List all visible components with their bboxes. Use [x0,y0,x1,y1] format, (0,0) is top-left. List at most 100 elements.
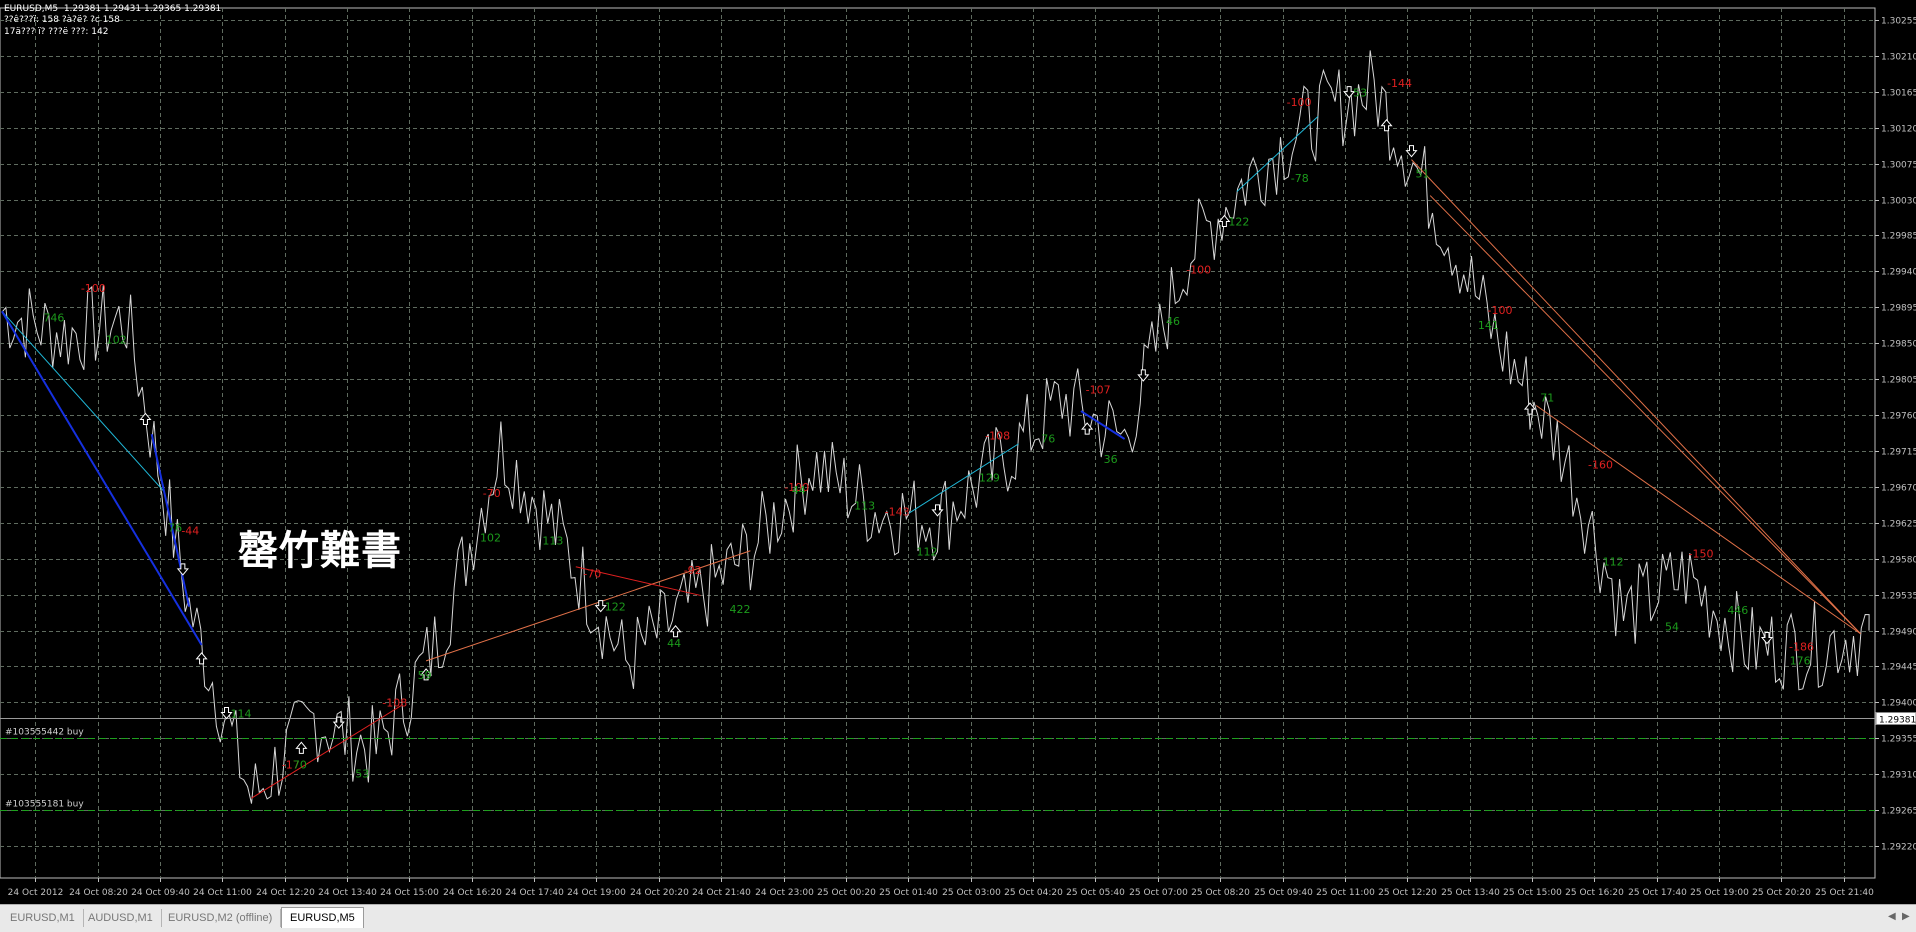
annotation-red-label: -70 [583,567,601,580]
annotation-red-label: -186 [1789,641,1814,654]
order-line-label: #103555181 buy [5,800,84,810]
annotation-green-label: 122 [1228,216,1249,229]
annotation-red-label: -92 [684,564,702,577]
trend-line-blue [150,434,191,607]
annotation-green-label: 59 [418,669,432,682]
x-tick-label: 25 Oct 17:40 [1628,888,1687,898]
y-tick-label: 1.29535 [1881,592,1916,602]
annotation-green-label: 54 [1665,621,1679,634]
y-tick-label: 1.29220 [1881,843,1916,853]
x-tick-label: 25 Oct 08:20 [1191,888,1250,898]
symbol-header: EURUSD,M5 1.29381 1.29431 1.29365 1.2938… [4,4,222,14]
annotation-green-label: 446 [1727,604,1748,617]
header-info-line-3: 17ä??? ï? ???ë ???: 142 [4,27,109,37]
tab-eurusd-m5[interactable]: EURUSD,M5 [281,907,364,928]
annotation-red-label: -160 [1588,458,1613,471]
x-tick-label: 25 Oct 15:00 [1503,888,1562,898]
x-tick-label: 25 Oct 04:20 [1004,888,1063,898]
x-tick-label: 24 Oct 17:40 [505,888,564,898]
y-tick-label: 1.29310 [1881,771,1916,781]
annotation-red-label: -143 [885,506,910,519]
annotation-green-label: 422 [729,603,750,616]
annotation-green-label: 141 [1478,319,1499,332]
y-tick-label: 1.29580 [1881,556,1916,566]
annotation-red-label: -44 [181,524,199,537]
annotation-red-label: -100 [1186,264,1211,277]
x-tick-label: 24 Oct 13:40 [318,888,377,898]
x-tick-label: 25 Oct 12:20 [1378,888,1437,898]
arrow-up-icon [1380,118,1393,132]
y-tick-label: 1.29940 [1881,268,1916,278]
x-tick-label: 24 Oct 23:00 [755,888,814,898]
x-tick-label: 24 Oct 16:20 [443,888,502,898]
y-tick-label: 1.29895 [1881,304,1916,314]
scroll-left-icon[interactable]: ◀ [1888,911,1896,922]
chart-area[interactable]: 1.30255 1.30210 1.30165 1.30120 1.30075 1.300… [0,0,1916,904]
annotation-green-label: 70 [293,758,307,771]
order-line-label: #103555442 buy [5,728,84,738]
trend-line-cyan [1,310,165,493]
annotation-green-label: 102 [106,334,127,347]
watermark-text: 罄竹難書 [238,528,402,574]
x-tick-label: 25 Oct 00:20 [817,888,876,898]
y-tick-label: 1.29445 [1881,663,1916,673]
annotation-green-label: 114 [231,708,252,721]
y-tick-label: 1.29625 [1881,520,1916,530]
annotation-green-label: 36 [1104,453,1118,466]
annotation-green-label: 102 [480,532,501,545]
annotation-red-label: -108 [985,430,1010,443]
x-tick-label: 25 Oct 19:00 [1690,888,1749,898]
annotation-green-label: 46 [1166,315,1180,328]
annotation-red-label: -100 [81,282,106,295]
x-tick-label: 24 Oct 11:00 [193,888,252,898]
price-chart[interactable]: 1.30255 1.30210 1.30165 1.30120 1.30075 1.300… [0,0,1916,904]
x-tick-label: 24 Oct 2012 [8,888,64,898]
annotation-green-label: 44 [667,637,681,650]
tab-eurusd-m1[interactable]: EURUSD,M1 [2,909,84,927]
y-tick-label: 1.30255 [1881,17,1916,27]
annotation-green-label: -78 [1291,172,1309,185]
annotation-green-label: 112 [1603,556,1624,569]
y-tick-label: 1.30075 [1881,161,1916,171]
plot-frame [0,7,1876,879]
x-tick-label: 24 Oct 19:00 [567,888,626,898]
x-tick-label: 25 Oct 16:20 [1565,888,1624,898]
annotation-green-label: 176 [1790,655,1811,668]
price-line [1,50,1870,804]
annotation-red-label: -70 [483,487,501,500]
x-tick-label: 24 Oct 08:20 [69,888,128,898]
chart-tab-bar: EURUSD,M1 AUDUSD,M1 EURUSD,M2 (offline) … [0,904,1916,932]
annotation-green-label: 76 [1041,433,1055,446]
annotation-red-label: -150 [1689,548,1714,561]
y-tick-label: 1.29490 [1881,628,1916,638]
arrow-down-icon [1137,369,1150,382]
x-tick-label: 24 Oct 12:20 [256,888,315,898]
tab-audusd-m1[interactable]: AUDUSD,M1 [80,909,162,927]
header-info-line-2: ??ê???ï: 158 ?à?ë? ?c 158 [4,15,120,25]
trend-line-cyan [906,443,1019,516]
y-tick-label: 1.29400 [1881,699,1916,709]
x-tick-label: 24 Oct 21:40 [692,888,751,898]
y-tick-label: 1.30210 [1881,53,1916,63]
annotation-red-label: -144 [1387,77,1412,90]
tab-eurusd-m2-offline[interactable]: EURUSD,M2 (offline) [160,909,282,927]
y-tick-label: 1.30030 [1881,197,1916,207]
x-tick-label: 25 Oct 11:00 [1316,888,1375,898]
trend-line-orange [1535,405,1861,635]
y-tick-label: 1.29670 [1881,484,1916,494]
arrow-up-icon [295,741,308,754]
x-tick-label: 25 Oct 07:00 [1129,888,1188,898]
arrow-up-icon [195,652,208,665]
annotation-green-label: 122 [605,601,626,614]
x-tick-label: 24 Oct 20:20 [630,888,689,898]
arrow-up-icon [669,625,682,638]
x-tick-label: 25 Oct 01:40 [879,888,938,898]
annotation-green-label: 746 [43,312,64,325]
y-tick-label: 1.29760 [1881,412,1916,422]
y-tick-label: 1.30120 [1881,125,1916,135]
annotation-green-label: 71 [1540,391,1554,404]
trend-line-red [251,705,402,799]
x-tick-label: 25 Oct 20:20 [1752,888,1811,898]
scroll-right-icon[interactable]: ▶ [1902,911,1910,922]
annotation-green-label: 44 [792,484,806,497]
